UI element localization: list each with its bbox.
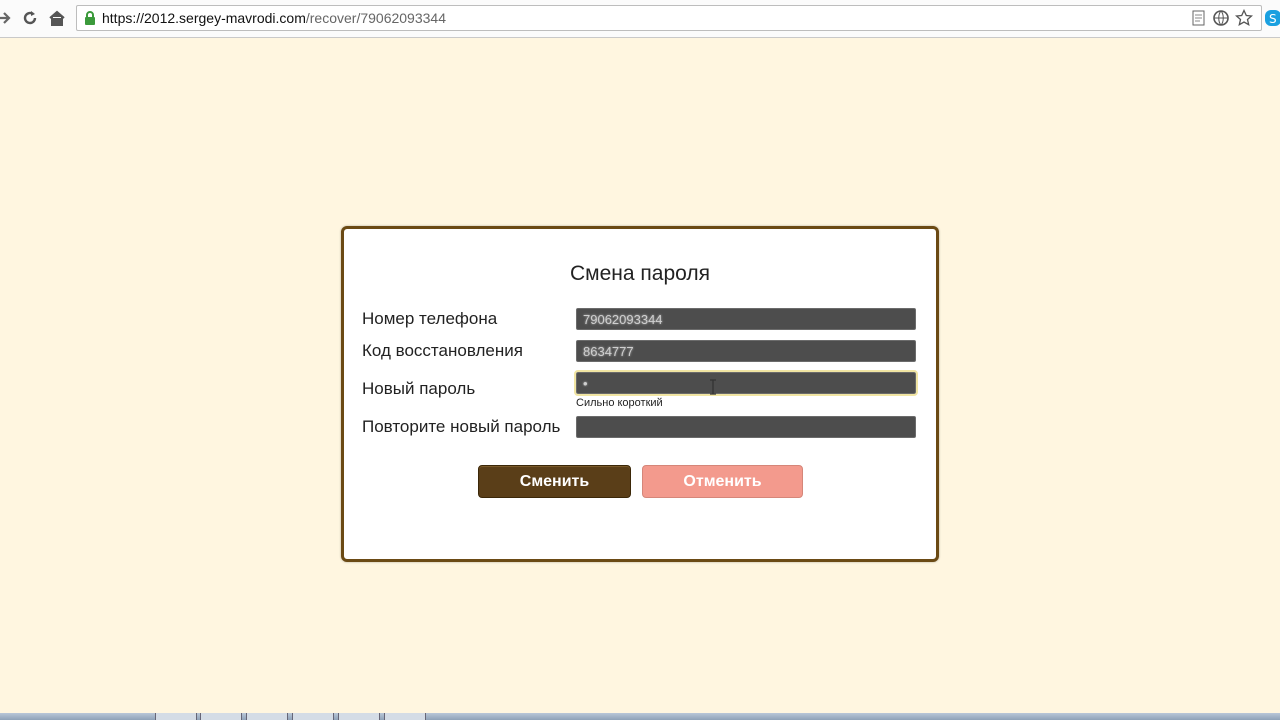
phone-label: Номер телефона xyxy=(362,309,498,328)
svg-text:S: S xyxy=(1269,12,1277,26)
address-bar[interactable]: https://2012.sergey-mavrodi.com/recover/… xyxy=(76,5,1262,31)
skype-extension-icon[interactable]: S xyxy=(1265,9,1280,27)
dialog-title: Смена пароля xyxy=(570,262,710,285)
taskbar-button[interactable] xyxy=(292,713,334,720)
forward-arrow-icon[interactable] xyxy=(0,8,14,28)
change-password-dialog: Смена пароля Номер телефона 79062093344 … xyxy=(341,226,939,562)
password-strength-text: Сильно короткий xyxy=(576,397,663,409)
recovery-code-input[interactable]: 8634777 xyxy=(576,340,916,362)
new-password-input[interactable]: • xyxy=(574,370,918,396)
taskbar-button[interactable] xyxy=(155,713,197,720)
lock-icon xyxy=(85,11,95,25)
submit-button[interactable]: Сменить xyxy=(478,465,631,498)
bookmark-star-icon[interactable] xyxy=(1235,9,1253,27)
repeat-password-input[interactable] xyxy=(576,416,916,438)
recovery-code-label: Код восстановления xyxy=(362,341,523,360)
url-path: /recover/79062093344 xyxy=(305,10,446,26)
phone-input[interactable]: 79062093344 xyxy=(576,308,916,330)
cancel-button[interactable]: Отменить xyxy=(642,465,803,498)
repeat-password-label: Повторите новый пароль xyxy=(362,417,561,436)
taskbar-button[interactable] xyxy=(200,713,242,720)
taskbar-button[interactable] xyxy=(246,713,288,720)
page-action-icon[interactable] xyxy=(1190,9,1208,27)
taskbar-button[interactable] xyxy=(384,713,426,720)
browser-toolbar: https://2012.sergey-mavrodi.com/recover/… xyxy=(0,0,1280,38)
globe-icon[interactable] xyxy=(1212,9,1230,27)
url-text[interactable]: https://2012.sergey-mavrodi.com/recover/… xyxy=(102,10,446,26)
taskbar-button[interactable] xyxy=(338,713,380,720)
home-icon[interactable] xyxy=(47,8,67,28)
text-cursor-icon xyxy=(710,379,716,395)
reload-icon[interactable] xyxy=(20,8,40,28)
new-password-label: Новый пароль xyxy=(362,379,476,398)
url-host: https://2012.sergey-mavrodi.com xyxy=(102,10,306,26)
